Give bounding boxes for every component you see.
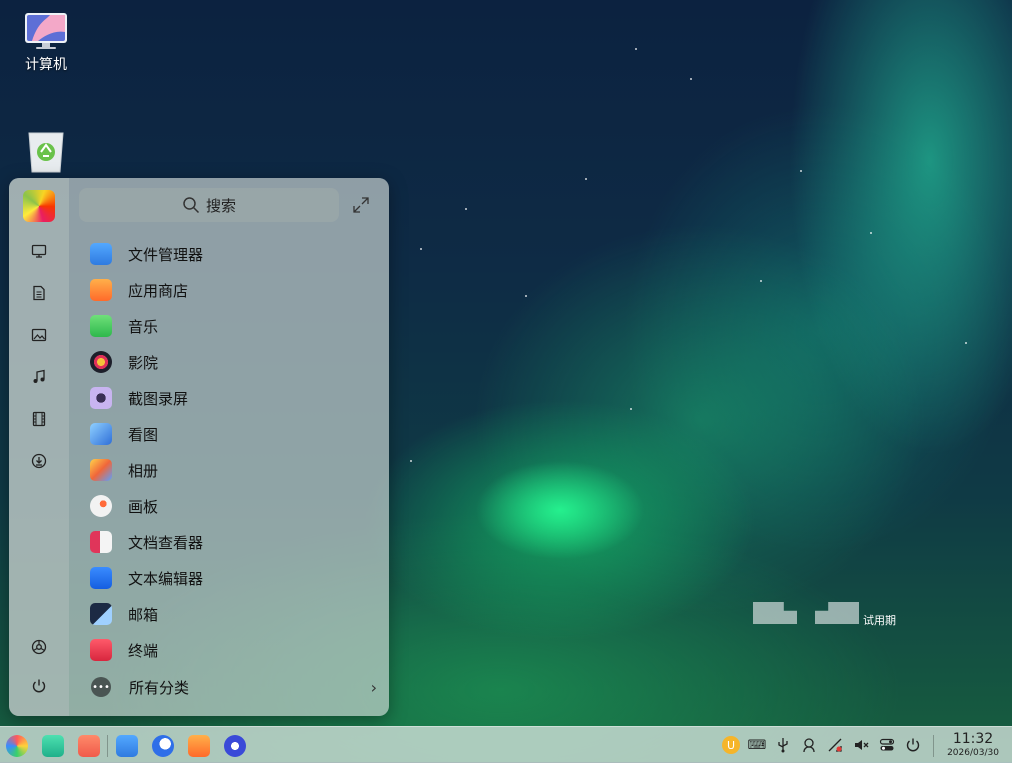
tray-separator xyxy=(933,735,934,757)
desktop-computer[interactable]: 计算机 xyxy=(11,12,81,74)
sidebar-computer-button[interactable] xyxy=(25,237,53,265)
draw-icon xyxy=(90,495,112,517)
all-categories-label: 所有分类 xyxy=(129,678,190,697)
usb-icon[interactable] xyxy=(774,736,792,754)
launcher-search-input[interactable]: 搜索 xyxy=(79,188,339,222)
terminal-icon xyxy=(90,639,112,661)
music-icon xyxy=(90,315,112,337)
taskbar-control-center[interactable] xyxy=(224,735,246,757)
desktop-trash[interactable] xyxy=(11,130,81,174)
computer-icon xyxy=(24,12,68,50)
sidebar-documents-button[interactable] xyxy=(25,279,53,307)
app-item-image-viewer[interactable]: 看图 xyxy=(87,416,387,452)
app-item-text-editor[interactable]: 文本编辑器 xyxy=(87,560,387,596)
launcher-button[interactable] xyxy=(6,735,28,757)
app-label: 终端 xyxy=(128,641,159,660)
launcher-menu: 搜索 文件管理器 应用商店 音乐 影院 截图录屏 看图 相册 画板 文档查看器 … xyxy=(9,178,389,716)
file-manager-icon xyxy=(90,243,112,265)
user-status-icon[interactable] xyxy=(800,736,818,754)
document-icon xyxy=(33,285,45,301)
sidebar-music-button[interactable] xyxy=(25,363,53,391)
fullscreen-toggle-button[interactable] xyxy=(352,196,372,216)
settings-icon xyxy=(31,639,47,655)
sidebar-downloads-button[interactable] xyxy=(25,447,53,475)
app-item-mail[interactable]: 邮箱 xyxy=(87,596,387,632)
download-icon xyxy=(31,453,47,469)
input-method-icon[interactable]: U xyxy=(722,736,740,754)
launcher-sidebar xyxy=(9,178,69,716)
app-label: 应用商店 xyxy=(128,281,189,300)
app-label: 邮箱 xyxy=(128,605,159,624)
mail-icon xyxy=(90,603,112,625)
app-item-terminal[interactable]: 终端 xyxy=(87,632,387,668)
app-label: 相册 xyxy=(128,461,159,480)
all-categories-button[interactable]: ••• 所有分类 › xyxy=(87,672,377,702)
quick-settings-icon[interactable] xyxy=(878,736,896,754)
picture-icon xyxy=(31,328,47,342)
keyboard-icon[interactable]: ⌨ xyxy=(748,736,767,754)
screenshot-icon xyxy=(90,387,112,409)
taskbar-separator xyxy=(107,735,108,757)
app-label: 截图录屏 xyxy=(128,389,189,408)
expand-icon xyxy=(353,197,369,213)
app-label: 影院 xyxy=(128,353,159,372)
movie-icon xyxy=(90,351,112,373)
sidebar-videos-button[interactable] xyxy=(25,405,53,433)
watermark-block-1 xyxy=(753,602,797,624)
app-label: 看图 xyxy=(128,425,159,444)
taskbar: U ⌨ 11:32 2026/03/30 xyxy=(0,726,1012,763)
text-editor-icon xyxy=(90,567,112,589)
film-icon xyxy=(32,411,46,427)
app-label: 画板 xyxy=(128,497,159,516)
more-dots-icon: ••• xyxy=(91,677,111,697)
taskbar-file-manager[interactable] xyxy=(116,735,138,757)
search-icon xyxy=(183,197,200,214)
computer-label: 计算机 xyxy=(25,57,67,73)
sidebar-settings-button[interactable] xyxy=(25,633,53,661)
taskbar-app-store[interactable] xyxy=(188,735,210,757)
search-placeholder: 搜索 xyxy=(205,196,236,215)
show-desktop-button[interactable] xyxy=(78,735,100,757)
sidebar-pictures-button[interactable] xyxy=(25,321,53,349)
app-item-album[interactable]: 相册 xyxy=(87,452,387,488)
volume-muted-icon[interactable] xyxy=(852,736,870,754)
monitor-icon xyxy=(31,244,47,258)
trash-icon xyxy=(26,130,66,174)
app-label: 文档查看器 xyxy=(128,533,204,552)
power-icon[interactable] xyxy=(904,736,922,754)
document-viewer-icon xyxy=(90,531,112,553)
user-avatar[interactable] xyxy=(23,190,55,222)
app-item-draw[interactable]: 画板 xyxy=(87,488,387,524)
sidebar-power-button[interactable] xyxy=(25,672,53,700)
app-item-file-manager[interactable]: 文件管理器 xyxy=(87,236,387,272)
power-icon xyxy=(32,679,46,693)
multitask-view-button[interactable] xyxy=(42,735,64,757)
network-disconnected-icon[interactable] xyxy=(826,736,844,754)
chevron-right-icon: › xyxy=(370,677,377,697)
app-item-document-viewer[interactable]: 文档查看器 xyxy=(87,524,387,560)
app-item-app-store[interactable]: 应用商店 xyxy=(87,272,387,308)
watermark-block-2 xyxy=(815,602,859,624)
app-label: 音乐 xyxy=(128,317,159,336)
app-item-screenshot[interactable]: 截图录屏 xyxy=(87,380,387,416)
album-icon xyxy=(90,459,112,481)
taskbar-browser[interactable] xyxy=(152,735,174,757)
image-viewer-icon xyxy=(90,423,112,445)
clock[interactable]: 11:32 2026/03/30 xyxy=(944,731,1002,759)
app-list: 文件管理器 应用商店 音乐 影院 截图录屏 看图 相册 画板 文档查看器 文本编… xyxy=(87,236,387,668)
trial-text: 试用期 xyxy=(863,614,896,627)
app-label: 文本编辑器 xyxy=(128,569,204,588)
app-item-movie[interactable]: 影院 xyxy=(87,344,387,380)
clock-time: 11:32 xyxy=(952,731,994,747)
app-item-music[interactable]: 音乐 xyxy=(87,308,387,344)
music-note-icon xyxy=(33,369,45,383)
clock-date: 2026/03/30 xyxy=(947,748,999,758)
app-label: 文件管理器 xyxy=(128,245,204,264)
app-store-icon xyxy=(90,279,112,301)
